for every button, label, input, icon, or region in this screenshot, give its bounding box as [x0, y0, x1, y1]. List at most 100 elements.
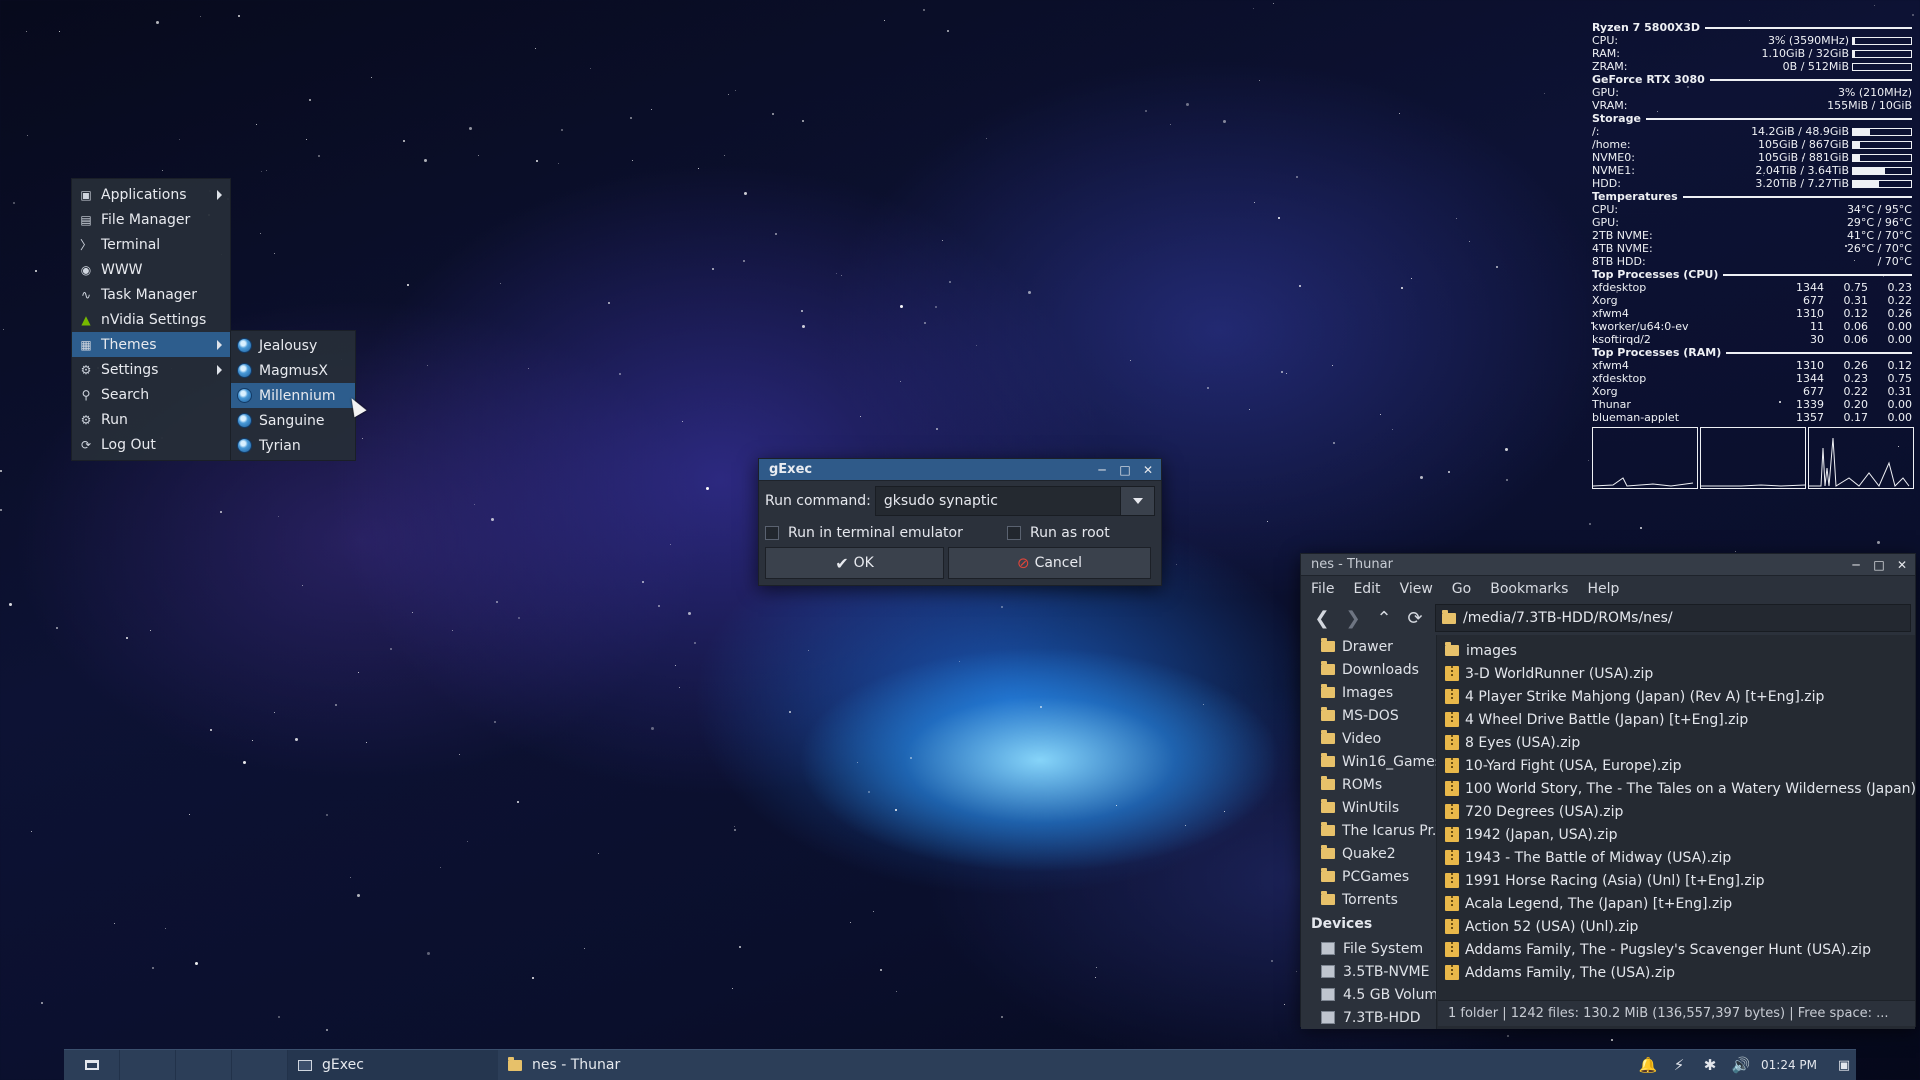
menu-item-label: nVidia Settings: [101, 311, 207, 328]
navigation-toolbar: ❮ ❯ ⌃ ⟳ /media/7.3TB-HDD/ROMs/nes/: [1301, 601, 1915, 635]
thunar-titlebar[interactable]: nes - Thunar ─ □ ✕: [1301, 554, 1915, 576]
theme-item-magmusx[interactable]: MagmusX: [231, 358, 355, 383]
menu-item-run[interactable]: ⚙ Run: [72, 407, 230, 432]
maximize-button[interactable]: □: [1115, 461, 1135, 479]
file-row[interactable]: images: [1437, 639, 1915, 662]
maximize-button[interactable]: □: [1869, 556, 1889, 574]
place-item[interactable]: The Icarus Pr...: [1301, 819, 1436, 842]
location-bar[interactable]: /media/7.3TB-HDD/ROMs/nes/: [1435, 604, 1911, 632]
cancel-button[interactable]: ⊘ Cancel: [948, 547, 1151, 579]
power-manager-icon[interactable]: ⚡: [1667, 1053, 1691, 1077]
place-item[interactable]: Torrents: [1301, 888, 1436, 911]
root-option[interactable]: Run as root: [1007, 525, 1110, 541]
menu-item-log-out[interactable]: ⟳ Log Out: [72, 432, 230, 457]
place-item[interactable]: WinUtils: [1301, 796, 1436, 819]
theme-item-jealousy[interactable]: Jealousy: [231, 333, 355, 358]
ram-procs-heading: Top Processes (RAM): [1592, 346, 1912, 359]
bluetooth-icon[interactable]: ✱: [1698, 1053, 1722, 1077]
device-item[interactable]: 4.5 GB Volume: [1301, 983, 1436, 1006]
minimize-button[interactable]: ─: [1092, 461, 1112, 479]
menu-view[interactable]: View: [1400, 581, 1433, 597]
terminal-option[interactable]: Run in terminal emulator: [765, 525, 1007, 541]
temps-section-heading: Temperatures: [1592, 190, 1912, 203]
file-row[interactable]: 4 Wheel Drive Battle (Japan) [t+Eng].zip: [1437, 708, 1915, 731]
menu-help[interactable]: Help: [1587, 581, 1619, 597]
file-row[interactable]: 720 Degrees (USA).zip: [1437, 800, 1915, 823]
menu-item-www[interactable]: ◉ WWW: [72, 257, 230, 282]
volume-icon[interactable]: 🔊: [1729, 1053, 1753, 1077]
gexec-titlebar[interactable]: gExec ─ □ ✕: [759, 459, 1161, 481]
file-row[interactable]: 8 Eyes (USA).zip: [1437, 731, 1915, 754]
workspace-1[interactable]: [120, 1049, 176, 1080]
file-row[interactable]: 1943 - The Battle of Midway (USA).zip: [1437, 846, 1915, 869]
terminal-checkbox[interactable]: [765, 526, 779, 540]
workspace-2[interactable]: [176, 1049, 232, 1080]
file-row[interactable]: Action 52 (USA) (Unl).zip: [1437, 915, 1915, 938]
back-icon[interactable]: ❮: [1311, 607, 1333, 629]
menu-file[interactable]: File: [1311, 581, 1334, 597]
place-item[interactable]: Downloads: [1301, 658, 1436, 681]
command-combobox[interactable]: gksudo synaptic: [874, 486, 1155, 516]
device-item[interactable]: 7.3TB-HDD: [1301, 1006, 1436, 1029]
user-icon[interactable]: ▣: [1832, 1053, 1856, 1077]
menubar: File Edit View Go Bookmarks Help: [1301, 576, 1915, 601]
up-icon[interactable]: ⌃: [1373, 607, 1395, 629]
file-row[interactable]: Addams Family, The (USA).zip: [1437, 961, 1915, 984]
theme-item-millennium[interactable]: Millennium: [231, 383, 355, 408]
place-item[interactable]: ROMs: [1301, 773, 1436, 796]
menu-item-nvidia-settings[interactable]: ▲ nVidia Settings: [72, 307, 230, 332]
menu-edit[interactable]: Edit: [1353, 581, 1380, 597]
menu-item-terminal[interactable]: 〉 Terminal: [72, 232, 230, 257]
place-item[interactable]: Images: [1301, 681, 1436, 704]
forward-icon[interactable]: ❯: [1342, 607, 1364, 629]
theme-globe-icon: [236, 388, 252, 404]
show-desktop-button[interactable]: [64, 1049, 120, 1080]
place-item[interactable]: Video: [1301, 727, 1436, 750]
file-row[interactable]: 4 Player Strike Mahjong (Japan) (Rev A) …: [1437, 685, 1915, 708]
archive-icon: [1445, 965, 1459, 980]
menu-item-file-manager[interactable]: ▤ File Manager: [72, 207, 230, 232]
command-input[interactable]: gksudo synaptic: [884, 493, 1120, 509]
file-row[interactable]: 10-Yard Fight (USA, Europe).zip: [1437, 754, 1915, 777]
taskbar-button[interactable]: gExec: [288, 1049, 498, 1080]
menu-item-themes[interactable]: ▦ Themes: [72, 332, 230, 357]
ok-button[interactable]: ✔ OK: [765, 547, 944, 579]
taskbar-button[interactable]: nes - Thunar: [498, 1050, 738, 1080]
close-button[interactable]: ✕: [1138, 461, 1158, 479]
device-label: 4.5 GB Volume: [1343, 986, 1436, 1003]
command-history-dropdown[interactable]: [1120, 487, 1154, 515]
place-item[interactable]: Drawer: [1301, 635, 1436, 658]
file-row[interactable]: Acala Legend, The (Japan) [t+Eng].zip: [1437, 892, 1915, 915]
theme-item-sanguine[interactable]: Sanguine: [231, 408, 355, 433]
workspace-3[interactable]: [232, 1049, 288, 1080]
reload-icon[interactable]: ⟳: [1404, 607, 1426, 629]
device-item[interactable]: File System: [1301, 937, 1436, 960]
monitor-row: /home: 105GiB / 867GiB: [1592, 138, 1912, 151]
file-row[interactable]: 1942 (Japan, USA).zip: [1437, 823, 1915, 846]
menu-bookmarks[interactable]: Bookmarks: [1490, 581, 1568, 597]
place-item[interactable]: Win16_Games: [1301, 750, 1436, 773]
file-row[interactable]: 1991 Horse Racing (Asia) (Unl) [t+Eng].z…: [1437, 869, 1915, 892]
clock[interactable]: 01:24 PM: [1761, 1058, 1817, 1072]
place-item[interactable]: MS-DOS: [1301, 704, 1436, 727]
menu-item-task-manager[interactable]: ∿ Task Manager: [72, 282, 230, 307]
menu-item-applications[interactable]: ▣ Applications: [72, 182, 230, 207]
folder-icon: [1321, 776, 1335, 790]
device-item[interactable]: 3.5TB-NVME: [1301, 960, 1436, 983]
place-item[interactable]: Quake2: [1301, 842, 1436, 865]
location-path[interactable]: /media/7.3TB-HDD/ROMs/nes/: [1463, 610, 1673, 626]
file-row[interactable]: Addams Family, The - Pugsley's Scavenger…: [1437, 938, 1915, 961]
notification-bell-icon[interactable]: 🔔: [1636, 1053, 1660, 1077]
place-item[interactable]: PCGames: [1301, 865, 1436, 888]
minimize-button[interactable]: ─: [1846, 556, 1866, 574]
file-row[interactable]: 3-D WorldRunner (USA).zip: [1437, 662, 1915, 685]
menu-item-search[interactable]: ⚲ Search: [72, 382, 230, 407]
root-checkbox[interactable]: [1007, 526, 1021, 540]
menu-item-settings[interactable]: ⚙ Settings: [72, 357, 230, 382]
file-name: 4 Player Strike Mahjong (Japan) (Rev A) …: [1465, 688, 1825, 705]
menu-go[interactable]: Go: [1452, 581, 1471, 597]
theme-item-tyrian[interactable]: Tyrian: [231, 433, 355, 458]
devices-heading: Devices: [1311, 916, 1373, 932]
close-button[interactable]: ✕: [1892, 556, 1912, 574]
file-row[interactable]: 100 World Story, The - The Tales on a Wa…: [1437, 777, 1915, 800]
